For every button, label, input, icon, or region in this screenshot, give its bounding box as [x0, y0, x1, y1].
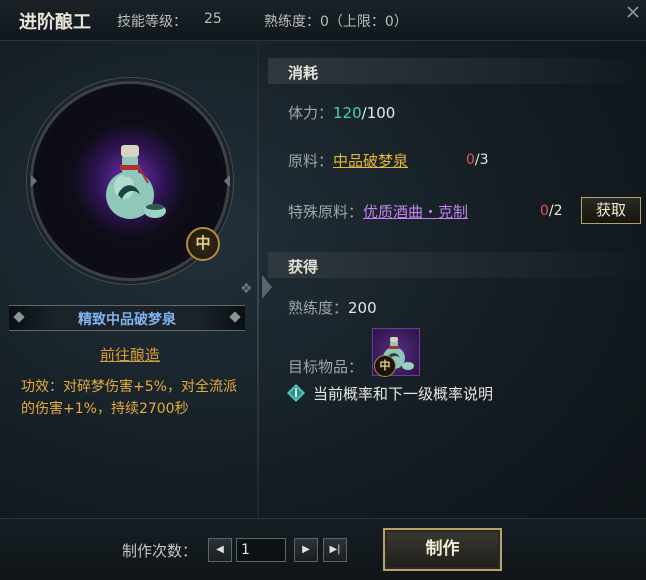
proficiency-status: 熟练度：0（上限：0）	[264, 14, 408, 30]
skill-level-label: 技能等级：	[117, 14, 187, 30]
obtain-proficiency-label: 熟练度：	[288, 299, 349, 317]
obtain-proficiency-row: 熟练度：200	[288, 297, 377, 318]
material-label: 原料：	[288, 152, 334, 170]
craft-count-label: 制作次数：	[122, 542, 198, 560]
special-material-count: 0/2	[540, 203, 563, 219]
obtain-section-title: 获得	[288, 258, 319, 276]
stamina-max: /100	[361, 104, 396, 122]
increase-count-button[interactable]: ▶	[294, 538, 318, 562]
item-effect-text: 功效：对碎梦伤害+5%，对全流派的伤害+1%，持续2700秒	[21, 379, 237, 417]
max-count-button[interactable]: ▶|	[323, 538, 347, 562]
decrease-count-button[interactable]: ◀	[208, 538, 232, 562]
triangle-left-icon: ◀	[216, 544, 224, 555]
consume-section-header: 消耗	[268, 58, 646, 84]
triangle-right-icon: ▶	[302, 544, 310, 555]
consume-section-title: 消耗	[288, 64, 319, 82]
grade-badge-icon: 中	[186, 227, 220, 261]
diamond-info-icon[interactable]	[287, 384, 305, 402]
target-grade-badge-icon: 中	[374, 355, 396, 377]
material-row: 原料：中品破梦泉	[288, 150, 408, 171]
target-item-label: 目标物品：	[288, 358, 364, 376]
special-material-row: 特殊原料：优质酒曲・克制	[288, 201, 468, 222]
probability-info-link[interactable]: 当前概率和下一级概率说明	[313, 383, 493, 404]
special-material-link[interactable]: 优质酒曲・克制	[363, 203, 468, 221]
craft-button[interactable]: 制作	[383, 528, 502, 571]
item-name: 精致中品破梦泉	[78, 312, 176, 328]
window-title: 进阶酿工	[19, 12, 91, 33]
close-icon[interactable]	[626, 4, 646, 24]
material-count: 0/3	[466, 152, 489, 168]
ring-notch-right-icon	[218, 175, 230, 187]
item-name-banner: 精致中品破梦泉	[9, 305, 245, 331]
obtain-proficiency-value: 200	[348, 299, 377, 317]
diamond-decoration-icon: ❖	[240, 281, 253, 297]
skill-level-value: 25	[204, 11, 222, 27]
skip-end-icon: ▶|	[329, 544, 341, 555]
material-need: /3	[474, 152, 489, 168]
craft-count-input[interactable]	[236, 538, 286, 562]
acquire-button[interactable]: 获取	[581, 197, 641, 224]
goto-brew-link[interactable]: 前往酿造	[100, 344, 160, 365]
stamina-label: 体力：	[288, 104, 334, 122]
special-material-label: 特殊原料：	[288, 203, 364, 221]
ring-notch-left-icon	[31, 175, 43, 187]
stamina-current: 120	[333, 104, 362, 122]
special-material-need: /2	[548, 203, 563, 219]
triangle-right-decoration-icon	[262, 275, 272, 299]
obtain-section-header: 获得	[268, 252, 646, 278]
material-have: 0	[466, 152, 475, 168]
stamina-row: 体力：120/100	[288, 102, 395, 123]
panel-divider	[257, 40, 259, 518]
material-link[interactable]: 中品破梦泉	[333, 152, 408, 170]
wine-jar-icon	[106, 145, 166, 219]
special-material-have: 0	[540, 203, 549, 219]
